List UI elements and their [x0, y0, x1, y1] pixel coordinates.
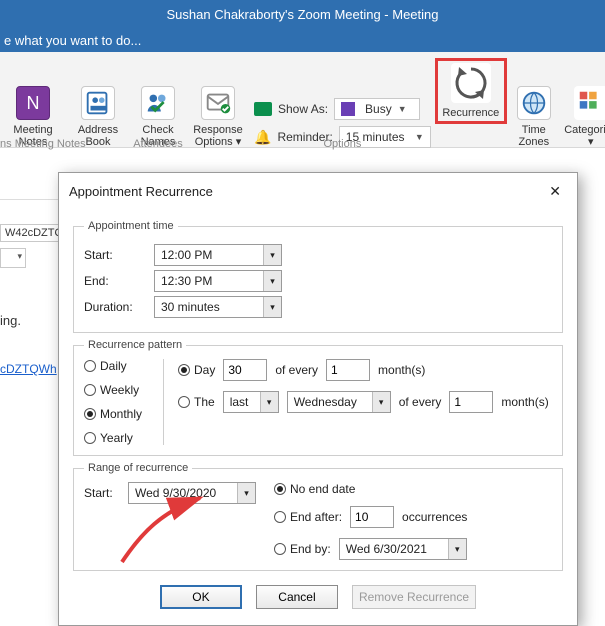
end-after-radio[interactable]: End after:	[274, 510, 342, 524]
close-button[interactable]: ✕	[543, 181, 567, 202]
pattern-weekly-radio[interactable]: Weekly	[84, 383, 149, 397]
ordinal-combo[interactable]: last▾	[223, 391, 279, 413]
start-label: Start:	[84, 248, 146, 262]
group-attendees: Attendees	[70, 138, 246, 150]
ribbon: N Meeting Notes ns Meeting Notes Address…	[0, 52, 605, 148]
occurrences-label: occurrences	[402, 510, 467, 524]
pattern-monthly-radio[interactable]: Monthly	[84, 407, 149, 421]
group-meeting-notes-prefix: ns	[0, 138, 12, 150]
show-as-label: Show As:	[278, 102, 328, 116]
appointment-time-group: Appointment time Start: 12:00 PM▾ End: 1…	[73, 220, 563, 333]
globe-icon	[517, 86, 551, 120]
recurrence-highlight: Recurrence	[435, 58, 507, 124]
end-time-combo[interactable]: 12:30 PM▾	[154, 270, 282, 292]
range-legend: Range of recurrence	[84, 462, 192, 474]
chevron-down-icon: ▾	[448, 539, 466, 559]
recurrence-icon	[451, 63, 491, 103]
onenote-icon: N	[16, 86, 50, 120]
pattern-daily-radio[interactable]: Daily	[84, 359, 149, 373]
mini-select[interactable]	[0, 248, 26, 268]
of-every-label: of every	[275, 363, 318, 377]
months-interval-input-2[interactable]	[449, 391, 493, 413]
chevron-down-icon: ▾	[372, 392, 390, 412]
months-suffix-1: month(s)	[378, 363, 425, 377]
end-by-combo[interactable]: Wed 6/30/2021▾	[339, 538, 467, 560]
chevron-down-icon: ▾	[263, 297, 281, 317]
appointment-recurrence-dialog: Appointment Recurrence ✕ Appointment tim…	[58, 172, 578, 626]
day-n-radio[interactable]: Day	[178, 363, 215, 377]
window-title: Sushan Chakraborty's Zoom Meeting - Meet…	[0, 0, 605, 30]
the-nth-radio[interactable]: The	[178, 395, 215, 409]
recurrence-button[interactable]: Recurrence	[440, 63, 502, 119]
duration-label: Duration:	[84, 300, 146, 314]
categorize-button[interactable]: Categorize ▾	[562, 86, 605, 148]
show-as-icon	[254, 102, 272, 116]
recurrence-pattern-legend: Recurrence pattern	[84, 339, 186, 351]
busy-color-icon	[341, 102, 355, 116]
time-zones-button[interactable]: Time Zones	[512, 86, 556, 148]
cancel-button[interactable]: Cancel	[256, 585, 338, 609]
end-after-input[interactable]	[350, 506, 394, 528]
address-book-icon	[81, 86, 115, 120]
appointment-time-legend: Appointment time	[84, 220, 178, 232]
dialog-title: Appointment Recurrence	[69, 184, 213, 199]
start-time-combo[interactable]: 12:00 PM▾	[154, 244, 282, 266]
chevron-down-icon: ▼	[398, 104, 407, 114]
response-options-icon	[201, 86, 235, 120]
range-group: Range of recurrence Start: Wed 9/30/2020…	[73, 462, 563, 571]
tell-me-text: e what you want to do...	[0, 33, 141, 48]
group-options: Options	[250, 138, 435, 150]
end-by-radio[interactable]: End by:	[274, 542, 331, 556]
day-number-input[interactable]	[223, 359, 267, 381]
check-names-icon	[141, 86, 175, 120]
remove-recurrence-button: Remove Recurrence	[352, 585, 476, 609]
no-end-date-radio[interactable]: No end date	[274, 482, 467, 496]
weekday-combo[interactable]: Wednesday▾	[287, 391, 391, 413]
months-suffix-2: month(s)	[501, 395, 548, 409]
range-start-label: Start:	[84, 486, 120, 500]
duration-combo[interactable]: 30 minutes▾	[154, 296, 282, 318]
tell-me-bar[interactable]: e what you want to do...	[0, 30, 605, 52]
pattern-yearly-radio[interactable]: Yearly	[84, 431, 149, 445]
recurrence-pattern-group: Recurrence pattern Daily Weekly Monthly …	[73, 339, 563, 456]
chevron-down-icon: ▾	[263, 271, 281, 291]
range-start-combo[interactable]: Wed 9/30/2020▾	[128, 482, 256, 504]
end-label: End:	[84, 274, 146, 288]
of-every-label-2: of every	[399, 395, 442, 409]
categorize-icon	[574, 86, 605, 120]
ok-button[interactable]: OK	[160, 585, 242, 609]
show-as-dropdown[interactable]: Busy ▼	[334, 98, 420, 120]
months-interval-input-1[interactable]	[326, 359, 370, 381]
chevron-down-icon: ▾	[260, 392, 278, 412]
show-as-value: Busy	[365, 102, 392, 116]
zoom-link-fragment[interactable]: cDZTQWh	[0, 362, 60, 376]
chevron-down-icon: ▾	[237, 483, 255, 503]
chevron-down-icon: ▾	[263, 245, 281, 265]
text-fragment-ing: ing.	[0, 313, 60, 328]
page-background: W42cDZTQW ing. cDZTQWh	[0, 150, 60, 376]
